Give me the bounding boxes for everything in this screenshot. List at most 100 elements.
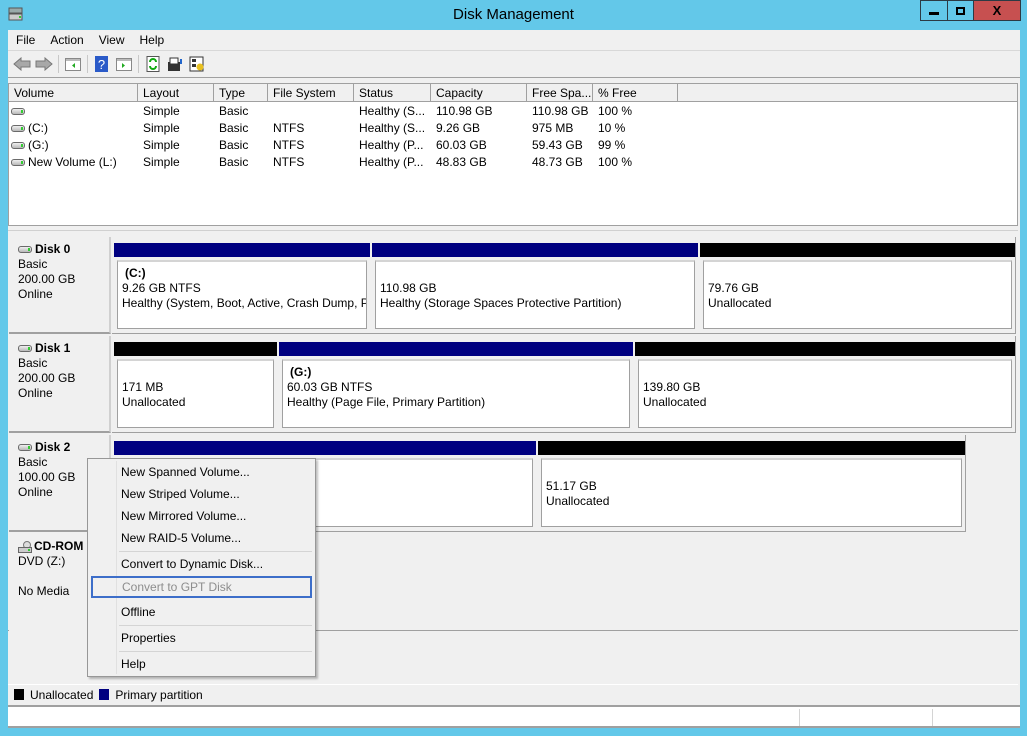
- cell-pct: 10 %: [598, 120, 626, 135]
- partition-size: 139.80 GB: [643, 380, 701, 394]
- disk-name: Disk 0: [35, 242, 71, 256]
- partition[interactable]: 110.98 GB Healthy (Storage Spaces Protect…: [372, 243, 698, 331]
- menu-item-properties[interactable]: Properties: [90, 627, 313, 649]
- close-button[interactable]: X: [974, 0, 1021, 21]
- cell-status: Healthy (P...: [359, 137, 424, 152]
- settings-icon: [189, 56, 204, 72]
- disk-type: Basic: [18, 257, 48, 271]
- context-menu: New Spanned Volume... New Striped Volume…: [87, 458, 316, 677]
- menu-item-new-spanned-volume[interactable]: New Spanned Volume...: [90, 461, 313, 483]
- minimize-button[interactable]: [920, 0, 948, 21]
- menu-item-offline[interactable]: Offline: [90, 601, 313, 623]
- properties-icon: [168, 57, 182, 71]
- show-hide-console-tree-button[interactable]: [62, 54, 84, 74]
- partition-status: Unallocated: [643, 395, 707, 409]
- volume-row[interactable]: (C:) Simple Basic NTFS Healthy (S... 9.26 GB 9…: [9, 119, 1017, 136]
- partition-status: Unallocated: [708, 296, 772, 310]
- toolbar-separator: [138, 55, 139, 73]
- cell-status: Healthy (P...: [359, 154, 424, 169]
- volume-list: Volume Layout Type File System Status Ca…: [8, 83, 1018, 226]
- partition-bar-unallocated: [538, 441, 965, 455]
- column-header-layout[interactable]: Layout: [138, 84, 214, 101]
- disk-row-disk-0: Disk 0 Basic 200.00 GB Online (C:) 9.26 G…: [8, 237, 1018, 334]
- partition-body: (C:) 9.26 GB NTFS Healthy (System, Boot, A…: [117, 260, 367, 329]
- cell-layout: Simple: [143, 154, 180, 169]
- back-arrow-icon: [13, 57, 31, 71]
- disk-name: Disk 2: [35, 440, 71, 454]
- status-bar: [8, 705, 1020, 728]
- refresh-button[interactable]: [142, 54, 164, 74]
- cell-pct: 100 %: [598, 103, 633, 118]
- partition[interactable]: 139.80 GB Unallocated: [635, 342, 1015, 430]
- disk-icon: [18, 345, 32, 353]
- help-button[interactable]: ?: [91, 54, 113, 74]
- menu-item-help[interactable]: Help: [90, 653, 313, 675]
- column-header-file-system[interactable]: File System: [268, 84, 354, 101]
- partition[interactable]: (C:) 9.26 GB NTFS Healthy (System, Boot, A…: [114, 243, 370, 331]
- partition-size: 60.03 GB NTFS: [287, 380, 373, 394]
- menu-item-convert-to-dynamic-disk[interactable]: Convert to Dynamic Disk...: [90, 553, 313, 575]
- column-header-volume[interactable]: Volume: [9, 84, 138, 101]
- settings-button[interactable]: [186, 54, 208, 74]
- menu-item-new-striped-volume[interactable]: New Striped Volume...: [90, 483, 313, 505]
- partition[interactable]: (G:) 60.03 GB NTFS Healthy (Page File, Pri…: [279, 342, 633, 430]
- cell-pct: 99 %: [598, 137, 626, 152]
- volume-list-header: Volume Layout Type File System Status Ca…: [9, 84, 1017, 102]
- cell-free: 48.73 GB: [532, 154, 583, 169]
- toolbar-separator: [58, 55, 59, 73]
- cell-volume: New Volume (L:): [9, 155, 138, 169]
- menu-help[interactable]: Help: [132, 33, 172, 47]
- show-hide-action-pane-button[interactable]: [113, 54, 135, 74]
- partition[interactable]: 79.76 GB Unallocated: [700, 243, 1015, 331]
- partition-size: 51.17 GB: [546, 479, 597, 493]
- volume-row[interactable]: Simple Basic Healthy (S... 110.98 GB 110.98 …: [9, 102, 1017, 119]
- legend-label-primary: Primary partition: [115, 687, 203, 702]
- properties-button[interactable]: [164, 54, 186, 74]
- maximize-button[interactable]: [948, 0, 974, 21]
- volume-row[interactable]: New Volume (L:) Simple Basic NTFS Healthy (P…: [9, 153, 1017, 170]
- partition-label: [380, 266, 694, 281]
- menu-item-new-mirrored-volume[interactable]: New Mirrored Volume...: [90, 505, 313, 527]
- legend: Unallocated Primary partition: [8, 684, 1018, 704]
- menu-item-new-raid5-volume[interactable]: New RAID-5 Volume...: [90, 527, 313, 549]
- show-hide-action-pane-icon: [116, 58, 132, 71]
- partition-size: 9.26 GB NTFS: [122, 281, 201, 295]
- partition-label: [122, 365, 273, 380]
- forward-button[interactable]: [33, 54, 55, 74]
- cell-type: Basic: [219, 103, 249, 118]
- partition-label: [708, 266, 1011, 281]
- column-header-type[interactable]: Type: [214, 84, 268, 101]
- menu-view[interactable]: View: [91, 33, 132, 47]
- back-button[interactable]: [11, 54, 33, 74]
- partition-body: 139.80 GB Unallocated: [638, 359, 1012, 428]
- menu-item-convert-to-gpt-disk[interactable]: Convert to GPT Disk: [91, 576, 312, 598]
- partition-body: 110.98 GB Healthy (Storage Spaces Protect…: [375, 260, 695, 329]
- cell-free: 975 MB: [532, 120, 574, 135]
- cell-volume: (C:): [9, 121, 138, 135]
- partition-bar-primary: [114, 243, 370, 257]
- column-header-free-space[interactable]: Free Spa...: [527, 84, 593, 101]
- partition-status: Unallocated: [122, 395, 186, 409]
- column-header-status[interactable]: Status: [354, 84, 431, 101]
- status-bar-divider: [799, 709, 800, 726]
- column-header-percent-free[interactable]: % Free: [593, 84, 678, 101]
- disk-label-disk-1[interactable]: Disk 1 Basic 200.00 GB Online: [9, 336, 111, 433]
- pane-splitter[interactable]: [8, 226, 1018, 231]
- cell-fs: NTFS: [273, 154, 305, 169]
- disk-state: Online: [18, 287, 53, 301]
- menu-action[interactable]: Action: [42, 33, 90, 47]
- disk-name: Disk 1: [35, 341, 71, 355]
- menu-file[interactable]: File: [8, 33, 42, 47]
- partition-bar-unallocated: [114, 342, 277, 356]
- volume-rows: Simple Basic Healthy (S... 110.98 GB 110.98 …: [9, 102, 1017, 170]
- svg-text:?: ?: [98, 57, 105, 72]
- partition[interactable]: 51.17 GB Unallocated: [538, 441, 965, 529]
- cell-fs: NTFS: [273, 137, 305, 152]
- volume-row[interactable]: (G:) Simple Basic NTFS Healthy (P... 60.03 GB…: [9, 136, 1017, 153]
- column-header-capacity[interactable]: Capacity: [431, 84, 527, 101]
- partition-body: 171 MB Unallocated: [117, 359, 274, 428]
- partition[interactable]: 171 MB Unallocated: [114, 342, 277, 430]
- cell-type: Basic: [219, 154, 249, 169]
- disk-label-disk-0[interactable]: Disk 0 Basic 200.00 GB Online: [9, 237, 111, 334]
- volume-icon: [11, 141, 25, 149]
